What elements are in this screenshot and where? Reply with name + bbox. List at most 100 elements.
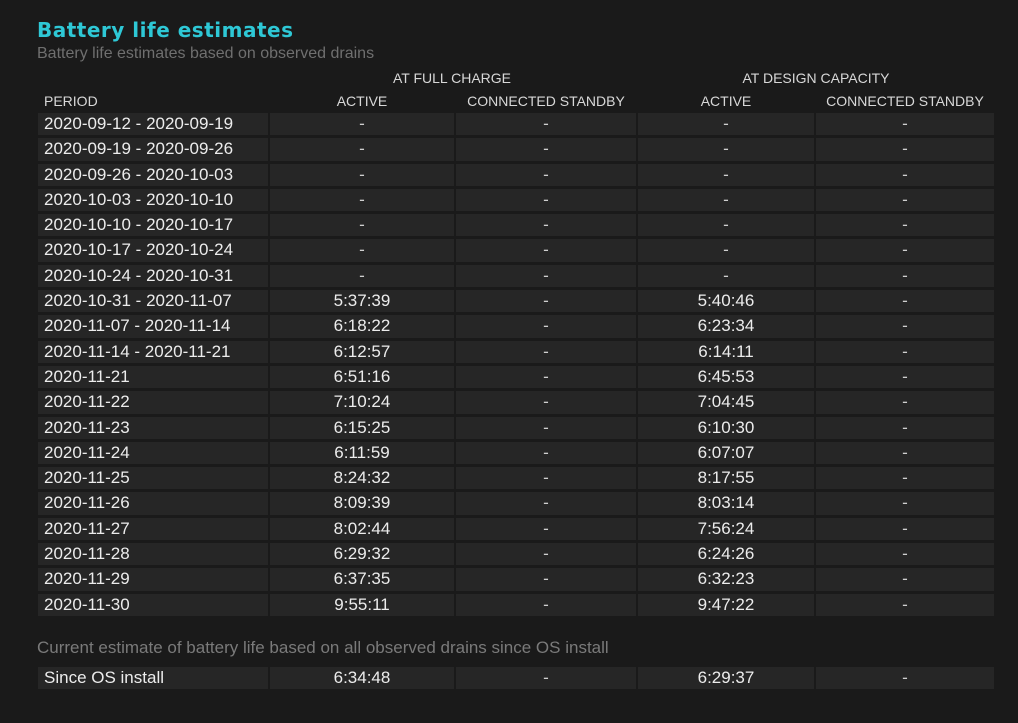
- group-header-design-capacity: AT DESIGN CAPACITY: [742, 70, 890, 86]
- period-cell: 2020-10-10 - 2020-10-17: [38, 214, 268, 237]
- full-standby-cell: -: [456, 239, 636, 262]
- period-cell: 2020-11-23: [38, 416, 268, 439]
- full-active-cell: -: [270, 163, 454, 186]
- full-standby-cell: -: [456, 188, 636, 212]
- period-cell: Since OS install: [38, 667, 268, 689]
- design-standby-cell: -: [816, 239, 994, 262]
- full-active-cell: 9:55:11: [270, 593, 454, 616]
- full-standby-cell: -: [456, 113, 636, 136]
- full-standby-cell: -: [456, 568, 636, 591]
- battery-report-section: Battery life estimates Battery life esti…: [0, 0, 1018, 723]
- design-active-cell: 7:56:24: [638, 517, 814, 541]
- full-standby-cell: -: [456, 593, 636, 616]
- current-estimate-note: Current estimate of battery life based o…: [37, 638, 609, 657]
- design-standby-cell: -: [816, 163, 994, 186]
- design-active-cell: 7:04:45: [638, 391, 814, 414]
- column-header-full-active: ACTIVE: [336, 93, 388, 109]
- design-standby-cell: -: [816, 543, 994, 566]
- design-standby-cell: -: [816, 290, 994, 313]
- design-active-cell: 9:47:22: [638, 593, 814, 616]
- period-cell: 2020-11-29: [38, 568, 268, 591]
- full-active-cell: 6:37:35: [270, 568, 454, 591]
- design-standby-cell: -: [816, 568, 994, 591]
- period-cell: 2020-10-03 - 2020-10-10: [38, 188, 268, 212]
- full-standby-cell: -: [456, 163, 636, 186]
- column-header-full-standby: CONNECTED STANDBY: [467, 93, 625, 109]
- full-active-cell: 6:11:59: [270, 441, 454, 465]
- full-standby-cell: -: [456, 315, 636, 338]
- full-active-cell: 6:12:57: [270, 340, 454, 363]
- design-standby-cell: -: [816, 188, 994, 212]
- period-cell: 2020-11-22: [38, 391, 268, 414]
- design-active-cell: 6:23:34: [638, 315, 814, 338]
- full-active-cell: -: [270, 138, 454, 161]
- period-cell: 2020-11-27: [38, 517, 268, 541]
- design-active-cell: -: [638, 188, 814, 212]
- period-cell: 2020-11-25: [38, 467, 268, 490]
- design-standby-cell: -: [816, 467, 994, 490]
- full-active-cell: 8:02:44: [270, 517, 454, 541]
- design-standby-cell: -: [816, 667, 994, 689]
- design-active-cell: -: [638, 239, 814, 262]
- design-active-cell: 6:07:07: [638, 441, 814, 465]
- period-cell: 2020-09-19 - 2020-09-26: [38, 138, 268, 161]
- design-active-cell: 8:17:55: [638, 467, 814, 490]
- full-active-cell: 5:37:39: [270, 290, 454, 313]
- design-standby-cell: -: [816, 264, 994, 288]
- full-active-cell: 8:09:39: [270, 492, 454, 515]
- design-standby-cell: -: [816, 593, 994, 616]
- full-active-cell: -: [270, 239, 454, 262]
- full-standby-cell: -: [456, 264, 636, 288]
- full-active-cell: -: [270, 188, 454, 212]
- column-header-design-standby: CONNECTED STANDBY: [826, 93, 984, 109]
- design-active-cell: 6:10:30: [638, 416, 814, 439]
- full-standby-cell: -: [456, 517, 636, 541]
- design-active-cell: -: [638, 113, 814, 136]
- design-standby-cell: -: [816, 214, 994, 237]
- design-standby-cell: -: [816, 416, 994, 439]
- design-active-cell: 6:45:53: [638, 365, 814, 389]
- full-standby-cell: -: [456, 290, 636, 313]
- period-cell: 2020-11-07 - 2020-11-14: [38, 315, 268, 338]
- design-active-cell: 6:29:37: [638, 667, 814, 689]
- full-standby-cell: -: [456, 441, 636, 465]
- period-cell: 2020-09-12 - 2020-09-19: [38, 113, 268, 136]
- design-active-cell: 8:03:14: [638, 492, 814, 515]
- full-active-cell: -: [270, 214, 454, 237]
- period-cell: 2020-11-28: [38, 543, 268, 566]
- design-active-cell: -: [638, 214, 814, 237]
- full-standby-cell: -: [456, 492, 636, 515]
- design-active-cell: -: [638, 138, 814, 161]
- full-active-cell: 8:24:32: [270, 467, 454, 490]
- section-subtitle: Battery life estimates based on observed…: [37, 45, 375, 62]
- full-active-cell: 6:15:25: [270, 416, 454, 439]
- full-standby-cell: -: [456, 416, 636, 439]
- design-active-cell: -: [638, 163, 814, 186]
- design-active-cell: 6:24:26: [638, 543, 814, 566]
- full-active-cell: 6:34:48: [270, 667, 454, 689]
- design-standby-cell: -: [816, 391, 994, 414]
- full-active-cell: 7:10:24: [270, 391, 454, 414]
- period-cell: 2020-10-24 - 2020-10-31: [38, 264, 268, 288]
- section-title: Battery life estimates: [37, 18, 294, 42]
- estimates-table: 2020-09-12 - 2020-09-19- - - -2020-09-19 - …: [38, 113, 994, 616]
- period-cell: 2020-10-31 - 2020-11-07: [38, 290, 268, 313]
- design-standby-cell: -: [816, 517, 994, 541]
- design-active-cell: 6:32:23: [638, 568, 814, 591]
- design-standby-cell: -: [816, 492, 994, 515]
- full-active-cell: 6:51:16: [270, 365, 454, 389]
- full-active-cell: -: [270, 264, 454, 288]
- column-header-design-active: ACTIVE: [700, 93, 752, 109]
- design-standby-cell: -: [816, 340, 994, 363]
- full-standby-cell: -: [456, 667, 636, 689]
- design-active-cell: 6:14:11: [638, 340, 814, 363]
- column-header-period: PERIOD: [44, 93, 98, 109]
- full-standby-cell: -: [456, 391, 636, 414]
- period-cell: 2020-11-24: [38, 441, 268, 465]
- period-cell: 2020-11-21: [38, 365, 268, 389]
- full-standby-cell: -: [456, 138, 636, 161]
- period-cell: 2020-11-14 - 2020-11-21: [38, 340, 268, 363]
- design-standby-cell: -: [816, 113, 994, 136]
- design-standby-cell: -: [816, 315, 994, 338]
- period-cell: 2020-11-26: [38, 492, 268, 515]
